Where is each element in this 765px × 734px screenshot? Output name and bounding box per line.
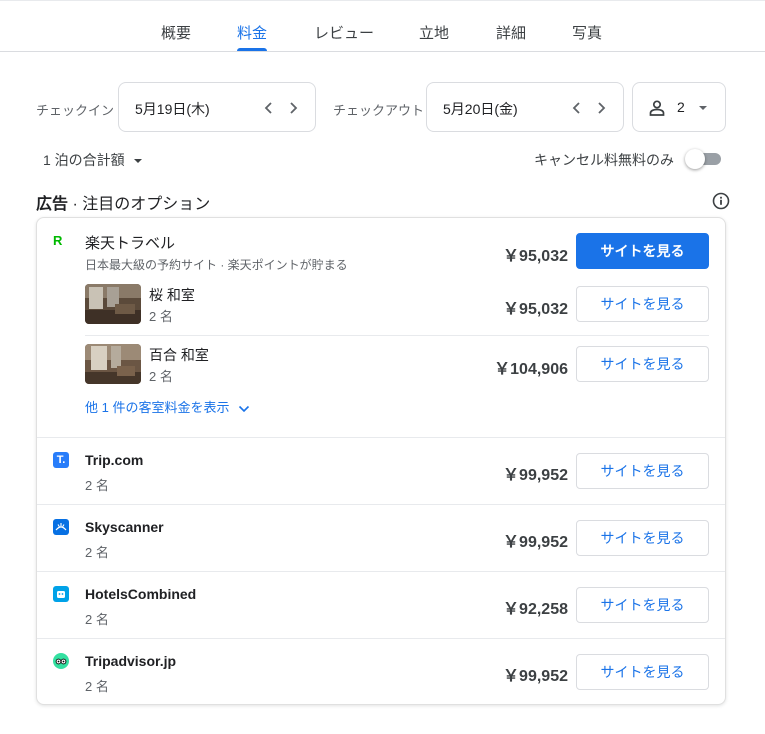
featured-provider-name: 楽天トラベル: [85, 235, 176, 252]
guests-selector[interactable]: 2: [632, 82, 726, 132]
room-view-site-button[interactable]: サイトを見る: [576, 346, 709, 382]
room-name: 桜 和室: [149, 287, 195, 303]
provider-price: ￥99,952: [503, 467, 568, 484]
featured-options-title: 注目のオプション: [82, 196, 211, 213]
free-cancellation-toggle[interactable]: [685, 149, 723, 169]
tab-details[interactable]: 詳細: [496, 22, 526, 43]
provider-guests: 2 名: [85, 679, 109, 694]
show-more-rooms-link[interactable]: 他 1 件の客室料金を表示: [85, 397, 250, 416]
room-price: ￥95,032: [503, 301, 568, 318]
provider-price: ￥92,258: [503, 601, 568, 618]
provider-guests: 2 名: [85, 612, 109, 627]
dropdown-arrow-icon: [697, 101, 709, 119]
room-guests: 2 名: [149, 309, 173, 324]
active-tab-indicator: [237, 48, 267, 51]
chevron-right-icon[interactable]: [593, 100, 609, 116]
price-mode-label: 1 泊の合計額: [43, 152, 125, 168]
tripadvisor-logo-icon: [53, 653, 69, 669]
tab-bar: 概要 料金 レビュー 立地 詳細 写真: [0, 0, 765, 52]
skyscanner-logo-icon: [53, 519, 69, 535]
dropdown-arrow-icon: [133, 159, 142, 164]
provider-view-site-button[interactable]: サイトを見る: [576, 520, 709, 556]
room-photo-sakura[interactable]: [85, 284, 141, 324]
checkin-date-field[interactable]: 5月19日(木): [118, 82, 316, 132]
chevron-down-icon: [239, 405, 250, 412]
room-guests: 2 名: [149, 369, 173, 384]
divider: [37, 571, 725, 572]
rakuten-logo-icon: R: [53, 233, 63, 248]
chevron-left-icon[interactable]: [261, 100, 277, 116]
provider-guests: 2 名: [85, 545, 109, 560]
provider-name: HotelsCombined: [85, 586, 197, 602]
room-view-site-button[interactable]: サイトを見る: [576, 286, 709, 322]
tab-prices[interactable]: 料金: [237, 22, 267, 43]
checkout-date-field[interactable]: 5月20日(金): [426, 82, 624, 132]
free-cancellation-label: キャンセル料無料のみ: [534, 152, 674, 168]
tab-reviews[interactable]: レビュー: [314, 22, 374, 43]
person-icon: [647, 98, 667, 123]
provider-name: Tripadvisor.jp: [85, 653, 177, 669]
divider: [85, 335, 709, 336]
divider: [37, 504, 725, 505]
tab-overview[interactable]: 概要: [161, 22, 191, 43]
featured-tagline: 日本最大級の予約サイト · 楽天ポイントが貯まる: [85, 258, 348, 272]
featured-view-site-button[interactable]: サイトを見る: [576, 233, 709, 269]
show-more-rooms-label: 他 1 件の客室料金を表示: [85, 400, 230, 415]
chevron-left-icon[interactable]: [569, 100, 585, 116]
provider-view-site-button[interactable]: サイトを見る: [576, 654, 709, 690]
provider-price: ￥99,952: [503, 534, 568, 551]
tab-photos[interactable]: 写真: [572, 22, 602, 43]
provider-view-site-button[interactable]: サイトを見る: [576, 587, 709, 623]
chevron-right-icon[interactable]: [285, 100, 301, 116]
checkout-date-value: 5月20日(金): [443, 101, 518, 117]
checkout-label: チェックアウト: [333, 103, 425, 118]
section-title: 広告 · 注目のオプション: [36, 190, 210, 214]
divider: [37, 638, 725, 639]
provider-view-site-button[interactable]: サイトを見る: [576, 453, 709, 489]
provider-name: Trip.com: [85, 452, 144, 468]
provider-guests: 2 名: [85, 478, 109, 493]
featured-price: ￥95,032: [503, 248, 568, 265]
checkin-date-value: 5月19日(木): [135, 101, 210, 117]
hotelscombined-logo-icon: [53, 586, 69, 602]
tab-location[interactable]: 立地: [419, 22, 449, 43]
room-price: ￥104,906: [494, 361, 568, 378]
ad-label: 広告: [36, 196, 69, 213]
title-separator: ·: [68, 196, 83, 213]
guests-count: 2: [677, 99, 685, 115]
divider: [37, 437, 725, 438]
info-icon[interactable]: [712, 192, 730, 210]
price-mode-dropdown[interactable]: 1 泊の合計額: [43, 150, 143, 170]
toggle-knob: [685, 149, 705, 169]
room-name: 百合 和室: [149, 347, 209, 363]
checkin-label: チェックイン: [36, 103, 115, 118]
provider-name: Skyscanner: [85, 519, 164, 535]
provider-price: ￥99,952: [503, 668, 568, 685]
room-photo-yuri[interactable]: [85, 344, 141, 384]
trip-com-logo-icon: T.: [53, 452, 69, 468]
